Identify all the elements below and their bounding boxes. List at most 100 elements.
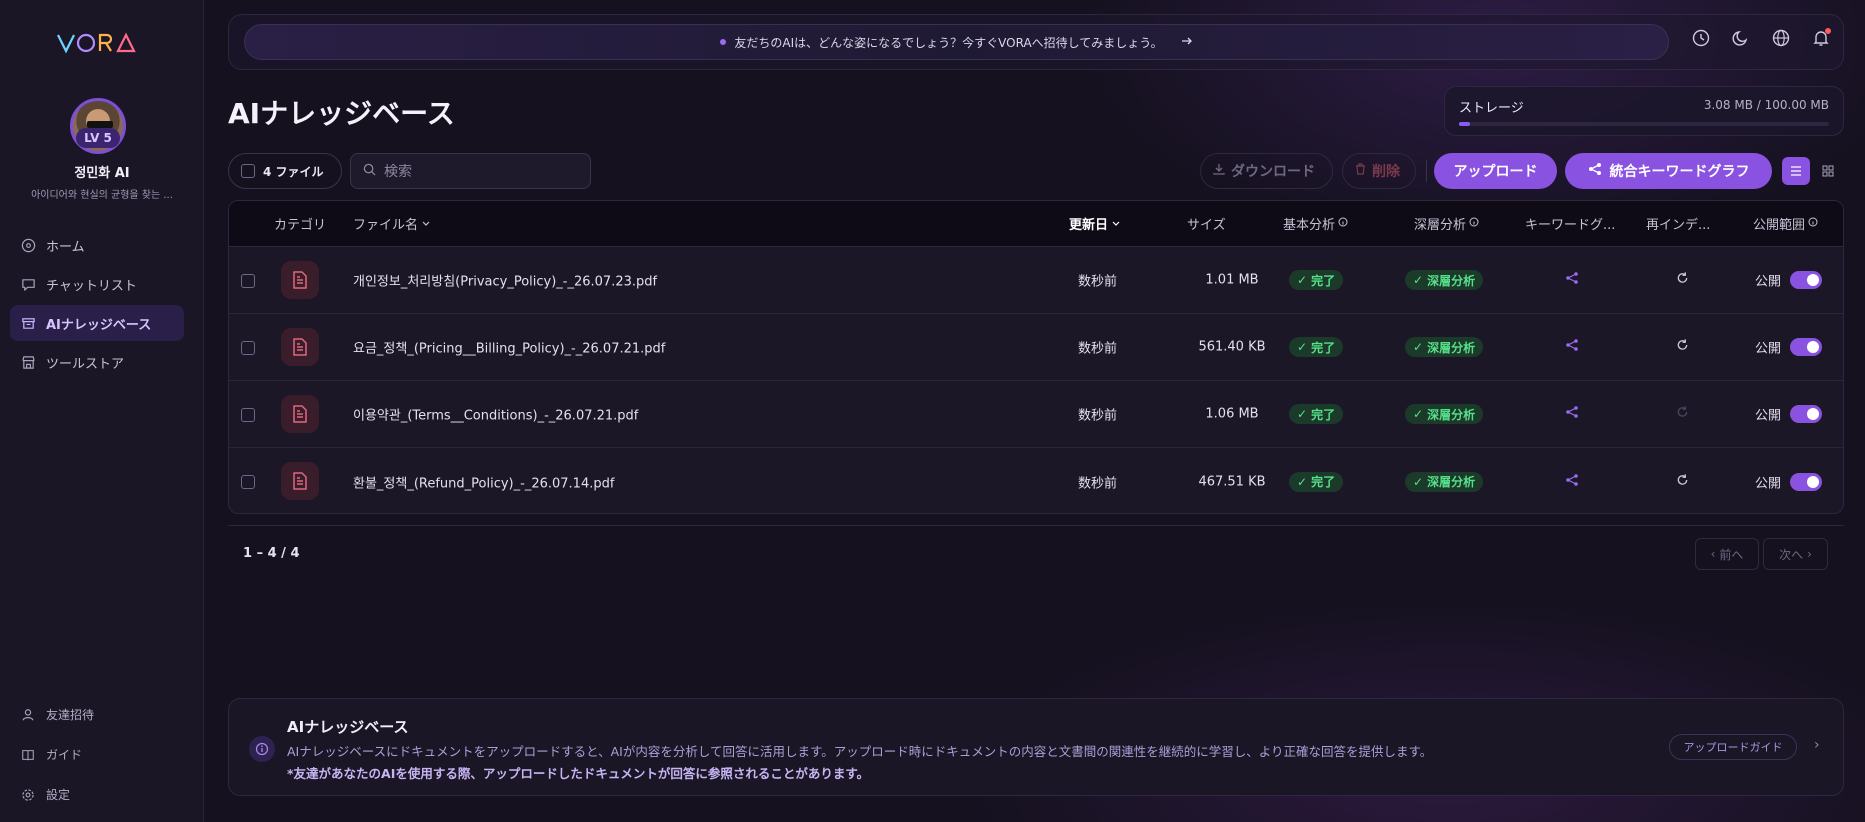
list-view-button[interactable] bbox=[1782, 157, 1810, 185]
prev-page-button[interactable]: ‹ 前へ bbox=[1695, 538, 1759, 570]
language-globe-icon[interactable] bbox=[1771, 28, 1791, 48]
col-reindex: 再インデ... bbox=[1646, 218, 1711, 233]
info-icon[interactable] bbox=[1338, 216, 1348, 231]
vora-logo[interactable] bbox=[56, 28, 140, 58]
table-row[interactable]: 환불_정책_(Refund_Policy)_-_26.07.14.pdf 数秒前… bbox=[229, 448, 1843, 513]
file-name[interactable]: 이용약관_(Terms__Conditions)_-_26.07.21.pdf bbox=[353, 405, 638, 424]
next-page-button[interactable]: 次へ › bbox=[1763, 538, 1828, 570]
sidebar-item-label: ガイド bbox=[46, 748, 83, 762]
public-toggle[interactable] bbox=[1790, 338, 1822, 356]
public-label: 公開 bbox=[1755, 408, 1782, 424]
table-row[interactable]: 이용약관_(Terms__Conditions)_-_26.07.21.pdf … bbox=[229, 381, 1843, 448]
toolbar-divider bbox=[1426, 160, 1427, 182]
select-all-checkbox[interactable] bbox=[241, 164, 255, 178]
download-icon bbox=[1213, 163, 1225, 179]
sidebar-item-label: ホーム bbox=[46, 239, 85, 255]
reindex-refresh-icon[interactable] bbox=[1676, 272, 1689, 289]
notification-bell-icon[interactable] bbox=[1811, 28, 1831, 48]
storage-card: ストレージ 3.08 MB / 100.00 MB bbox=[1444, 86, 1844, 136]
col-updated[interactable]: 更新日 bbox=[1069, 214, 1120, 233]
deep-analysis-badge[interactable]: ✓ 深層分析 bbox=[1405, 404, 1484, 424]
public-toggle[interactable] bbox=[1790, 405, 1822, 423]
check-icon: ✓ bbox=[1413, 407, 1424, 421]
public-toggle[interactable] bbox=[1790, 271, 1822, 289]
chevron-right-icon[interactable]: › bbox=[1814, 737, 1820, 753]
dark-mode-moon-icon[interactable] bbox=[1731, 28, 1751, 48]
col-category: カテゴリ bbox=[274, 218, 327, 233]
grid-icon bbox=[1822, 162, 1834, 181]
invite-banner[interactable]: 友だちのAIは、どんな姿になるでしょう？今すぐVORAへ招待してみましょう。 bbox=[244, 24, 1669, 60]
sidebar-item-tool-store[interactable]: ツールストア bbox=[10, 344, 184, 380]
file-name[interactable]: 환불_정책_(Refund_Policy)_-_26.07.14.pdf bbox=[353, 472, 614, 491]
table-row[interactable]: 개인정보_처리방침(Privacy_Policy)_-_26.07.23.pdf… bbox=[229, 247, 1843, 314]
logo-mark bbox=[57, 32, 136, 54]
delete-button[interactable]: 削除 bbox=[1342, 153, 1416, 189]
upload-guide-button[interactable]: アップロードガイド bbox=[1669, 734, 1797, 760]
chevron-right-icon: › bbox=[1807, 547, 1812, 561]
user-icon bbox=[20, 707, 36, 723]
col-filename-label: ファイル名 bbox=[353, 218, 419, 233]
history-clock-icon[interactable] bbox=[1691, 28, 1711, 48]
keyword-graph-icon[interactable] bbox=[1565, 405, 1579, 423]
col-filename[interactable]: ファイル名 bbox=[353, 214, 430, 233]
basic-analysis-badge: ✓ 完了 bbox=[1289, 337, 1344, 357]
sidebar-item-chat-list[interactable]: チャットリスト bbox=[10, 266, 184, 302]
keyword-graph-icon[interactable] bbox=[1565, 338, 1579, 356]
row-checkbox[interactable] bbox=[241, 475, 255, 489]
public-toggle[interactable] bbox=[1790, 472, 1822, 491]
check-icon: ✓ bbox=[1297, 474, 1308, 489]
delete-label: 削除 bbox=[1372, 164, 1400, 180]
info-panel: AIナレッジベース AIナレッジベースにドキュメントをアップロードすると、AIが… bbox=[228, 698, 1844, 796]
grid-view-button[interactable] bbox=[1814, 157, 1842, 185]
sidebar-item-settings[interactable]: 設定 bbox=[10, 776, 184, 813]
row-checkbox[interactable] bbox=[241, 274, 255, 288]
info-icon[interactable] bbox=[1808, 216, 1818, 231]
pagination-range: 1 – 4 / 4 bbox=[243, 546, 300, 561]
deep-analysis-badge[interactable]: ✓ 深層分析 bbox=[1405, 270, 1484, 290]
sidebar-item-guide[interactable]: ガイド bbox=[10, 736, 184, 773]
row-checkbox[interactable] bbox=[241, 408, 255, 422]
sidebar-bottom-nav: 友達招待 ガイド 設定 bbox=[10, 696, 184, 816]
sidebar-item-label: チャットリスト bbox=[46, 278, 137, 294]
sidebar-item-label: ツールストア bbox=[46, 356, 125, 372]
keyword-graph-icon[interactable] bbox=[1565, 473, 1579, 491]
info-text: AIナレッジベースにドキュメントをアップロードすると、AIが内容を分析して回答に… bbox=[287, 744, 1433, 759]
sidebar-item-ai-knowledge-base[interactable]: AIナレッジベース bbox=[10, 305, 184, 341]
keyword-graph-icon[interactable] bbox=[1565, 271, 1579, 289]
sidebar-item-invite-friends[interactable]: 友達招待 bbox=[10, 696, 184, 733]
sidebar-item-home[interactable]: ホーム bbox=[10, 227, 184, 263]
keyword-graph-button[interactable]: 統合キーワードグラフ bbox=[1565, 153, 1772, 189]
deep-analysis-badge[interactable]: ✓ 深層分析 bbox=[1405, 337, 1484, 357]
reindex-refresh-icon[interactable] bbox=[1676, 473, 1689, 490]
storage-label: ストレージ bbox=[1459, 101, 1524, 116]
gear-icon bbox=[20, 787, 36, 803]
table-footer-divider bbox=[228, 525, 1844, 526]
pdf-file-icon bbox=[281, 328, 319, 366]
check-icon: ✓ bbox=[1413, 273, 1424, 287]
upload-label: アップロード bbox=[1453, 164, 1538, 180]
table-row[interactable]: 요금_정책_(Pricing__Billing_Policy)_-_26.07.… bbox=[229, 314, 1843, 381]
home-icon bbox=[20, 237, 36, 253]
search-icon bbox=[363, 163, 376, 180]
files-table: カテゴリ ファイル名 更新日 サイズ 基本分析 深層分析 キーワードグ... 再… bbox=[228, 200, 1844, 514]
next-label: 次へ bbox=[1779, 547, 1804, 562]
row-checkbox[interactable] bbox=[241, 341, 255, 355]
sidebar: LV 5 정민화 AI 아이디어와 현실의 균형을 찾는 ... ホーム チャッ… bbox=[0, 0, 204, 822]
info-icon[interactable] bbox=[1469, 216, 1479, 231]
sort-chevron-icon bbox=[422, 216, 430, 231]
notification-dot bbox=[1825, 28, 1831, 34]
deep-analysis-badge[interactable]: ✓ 深層分析 bbox=[1405, 471, 1484, 492]
info-icon bbox=[249, 736, 275, 762]
file-name[interactable]: 요금_정책_(Pricing__Billing_Policy)_-_26.07.… bbox=[353, 338, 665, 357]
upload-button[interactable]: アップロード bbox=[1434, 153, 1557, 189]
pdf-file-icon bbox=[281, 395, 319, 433]
reindex-refresh-icon[interactable] bbox=[1676, 339, 1689, 356]
search-input[interactable]: 検索 bbox=[350, 153, 591, 189]
file-name[interactable]: 개인정보_처리방침(Privacy_Policy)_-_26.07.23.pdf bbox=[353, 271, 657, 290]
select-all-files[interactable]: 4 ファイル bbox=[228, 153, 342, 189]
download-button[interactable]: ダウンロード bbox=[1200, 153, 1333, 189]
sidebar-item-label: AIナレッジベース bbox=[46, 317, 152, 333]
updated-date: 数秒前 bbox=[1078, 408, 1118, 424]
table-header: カテゴリ ファイル名 更新日 サイズ 基本分析 深層分析 キーワードグ... 再… bbox=[229, 201, 1843, 247]
check-icon: ✓ bbox=[1297, 407, 1308, 421]
